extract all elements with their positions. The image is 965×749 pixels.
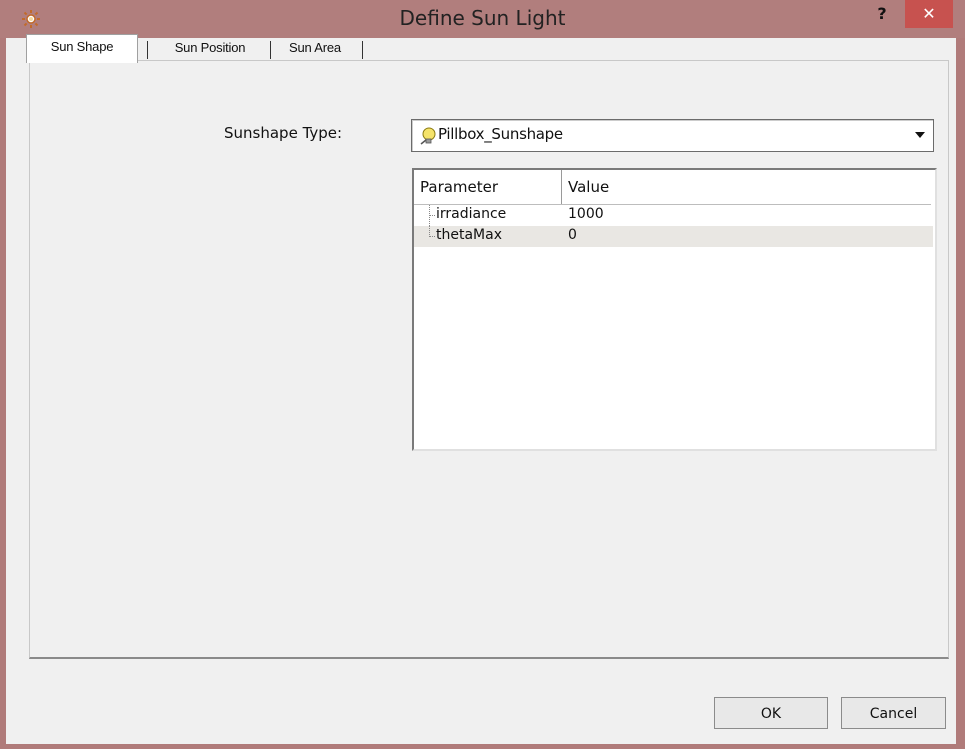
parameter-name: thetaMax xyxy=(436,227,502,243)
tab-sun-area[interactable]: Sun Area xyxy=(276,36,354,62)
window-title: Define Sun Light xyxy=(399,6,566,30)
parameter-name: irradiance xyxy=(436,206,507,222)
ok-button[interactable]: OK xyxy=(714,697,828,729)
sunshape-type-label: Sunshape Type: xyxy=(224,124,343,142)
help-button[interactable]: ? xyxy=(868,2,896,26)
tree-row[interactable]: irradiance 1000 xyxy=(414,205,933,226)
title-bar[interactable]: Define Sun Light ? ✕ xyxy=(0,0,965,38)
tree-connector xyxy=(429,236,435,237)
tree-header: Parameter Value xyxy=(414,170,931,205)
sunshape-type-value: Pillbox_Sunshape xyxy=(438,125,563,143)
cancel-button[interactable]: Cancel xyxy=(841,697,946,729)
tab-separator xyxy=(147,41,148,59)
tree-connector xyxy=(429,215,435,216)
define-sun-light-dialog: Define Sun Light ? ✕ Sun Shape Sun Posit… xyxy=(0,0,965,749)
tab-sun-position[interactable]: Sun Position xyxy=(154,36,266,62)
tree-row[interactable]: thetaMax 0 xyxy=(414,226,933,247)
close-button[interactable]: ✕ xyxy=(905,0,953,28)
tab-separator xyxy=(270,41,271,59)
column-header-value[interactable]: Value xyxy=(562,170,928,204)
lightbulb-icon xyxy=(420,127,436,145)
parameters-tree[interactable]: Parameter Value irradiance 1000 thetaMax… xyxy=(412,168,937,451)
parameter-value[interactable]: 1000 xyxy=(568,206,604,222)
chevron-down-icon[interactable] xyxy=(909,123,931,147)
tab-separator xyxy=(362,41,363,59)
column-header-parameter[interactable]: Parameter xyxy=(414,170,560,204)
parameter-value[interactable]: 0 xyxy=(568,227,577,243)
sunshape-type-select[interactable]: Pillbox_Sunshape xyxy=(411,119,934,152)
tab-sun-shape[interactable]: Sun Shape xyxy=(26,34,138,63)
